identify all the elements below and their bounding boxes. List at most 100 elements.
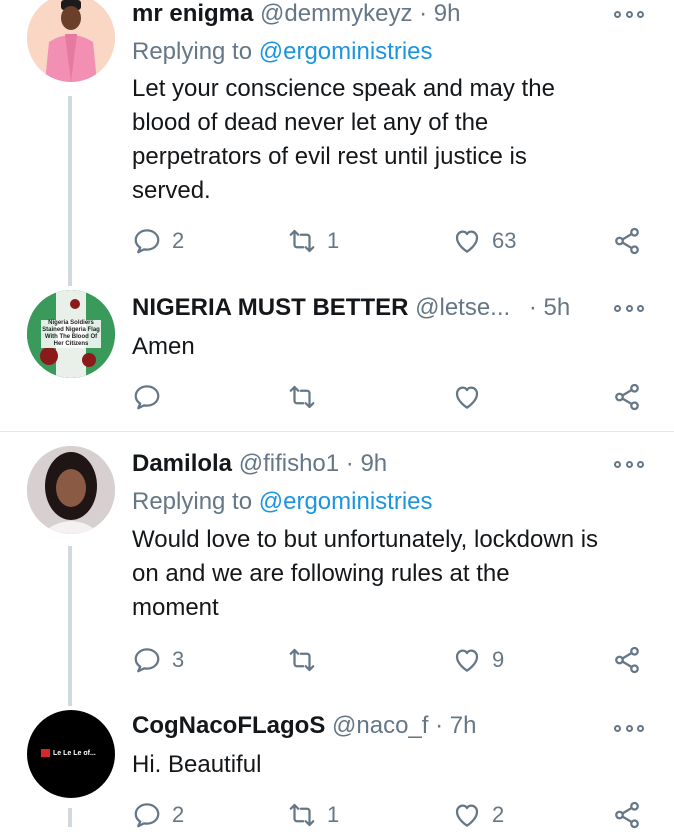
tweet-actions: 2 1 63 bbox=[132, 224, 652, 258]
reply-button[interactable]: 3 bbox=[132, 643, 184, 677]
avatar-cognacoflagos[interactable]: Le Le Le of... bbox=[27, 710, 115, 798]
tweet-2[interactable]: Nigeria Soldiers Stained Nigeria Flag Wi… bbox=[0, 290, 674, 430]
handle[interactable]: @demmykeyz bbox=[260, 0, 412, 27]
reply-count: 2 bbox=[172, 228, 185, 253]
handle[interactable]: @fifisho1 bbox=[239, 450, 339, 477]
text-line: served. bbox=[132, 177, 211, 204]
separator-dot: · bbox=[528, 294, 537, 321]
separator-dot: · bbox=[435, 712, 444, 739]
retweet-count: 1 bbox=[327, 228, 340, 253]
reply-icon bbox=[134, 385, 160, 410]
thread-line bbox=[68, 96, 72, 286]
avatar-damilola[interactable] bbox=[27, 446, 115, 534]
share-button[interactable] bbox=[612, 380, 642, 414]
logo-badge bbox=[41, 749, 50, 757]
tweet-header: mr enigma @demmykeyz · 9h bbox=[132, 0, 460, 28]
display-name[interactable]: NIGERIA MUST BETTER bbox=[132, 294, 408, 321]
text-line: Amen bbox=[132, 333, 195, 360]
text-line: Let your conscience speak and may the bbox=[132, 75, 555, 102]
avatar-caption: Nigeria Soldiers Stained Nigeria Flag Wi… bbox=[41, 320, 101, 348]
more-icon[interactable] bbox=[614, 722, 644, 734]
logo-text: Le Le Le of... bbox=[53, 749, 96, 757]
like-count: 9 bbox=[492, 647, 505, 672]
caption-line: Her Citizens bbox=[53, 341, 89, 347]
text-line: Would love to but unfortunately, lockdow… bbox=[132, 526, 599, 553]
tweet-actions: 3 9 bbox=[132, 643, 652, 677]
share-button[interactable] bbox=[612, 643, 642, 677]
retweet-icon bbox=[289, 803, 315, 827]
more-icon[interactable] bbox=[614, 302, 644, 314]
like-button[interactable]: 9 bbox=[452, 643, 504, 677]
like-icon bbox=[455, 230, 479, 253]
replying-to: Replying to @ergoministries bbox=[132, 38, 433, 66]
display-name[interactable]: Damilola bbox=[132, 450, 232, 477]
timestamp[interactable]: 9h bbox=[434, 0, 461, 27]
text-line: perpetrators of evil rest until justice … bbox=[132, 143, 527, 170]
caption-line: Nigeria Soldiers bbox=[48, 320, 94, 326]
more-icon[interactable] bbox=[614, 458, 644, 470]
like-icon bbox=[455, 804, 479, 827]
thread-line bbox=[68, 546, 72, 706]
reply-icon bbox=[134, 803, 160, 828]
tweet-text: Would love to but unfortunately, lockdow… bbox=[132, 523, 652, 625]
like-button[interactable] bbox=[452, 380, 482, 414]
text-line: moment bbox=[132, 594, 219, 621]
retweet-button[interactable] bbox=[287, 643, 317, 677]
timestamp[interactable]: 9h bbox=[360, 450, 387, 477]
like-icon bbox=[455, 649, 479, 672]
replying-label: Replying to bbox=[132, 38, 253, 65]
separator-dot: · bbox=[419, 0, 428, 27]
handle[interactable]: @letse... bbox=[415, 294, 510, 321]
retweet-icon bbox=[289, 385, 315, 409]
mention-link[interactable]: @ergoministries bbox=[259, 38, 433, 65]
timestamp[interactable]: 5h bbox=[544, 294, 571, 321]
text-line: blood of dead never let any of the bbox=[132, 109, 489, 136]
avatar-image bbox=[27, 0, 115, 82]
tweet-header: CogNacoFLagoS @naco_f · 7h bbox=[132, 712, 476, 740]
thread-line bbox=[68, 808, 72, 827]
more-icon[interactable] bbox=[614, 8, 644, 20]
display-name[interactable]: mr enigma bbox=[132, 0, 253, 27]
tweet-text: Amen bbox=[132, 330, 652, 364]
avatar-image bbox=[27, 446, 115, 534]
like-button[interactable]: 63 bbox=[452, 224, 516, 258]
reply-button[interactable] bbox=[132, 380, 162, 414]
share-icon bbox=[615, 801, 639, 829]
separator-dot: · bbox=[345, 450, 354, 477]
like-count: 2 bbox=[492, 802, 505, 827]
tweet-divider bbox=[0, 431, 674, 432]
tweet-3[interactable]: Damilola @fifisho1 · 9h Replying to @erg… bbox=[0, 446, 674, 710]
like-count: 63 bbox=[492, 228, 517, 253]
tweet-header: NIGERIA MUST BETTER @letse... · 5h bbox=[132, 294, 570, 322]
avatar-nigeria-must-better[interactable]: Nigeria Soldiers Stained Nigeria Flag Wi… bbox=[27, 290, 115, 378]
share-button[interactable] bbox=[612, 224, 642, 258]
display-name[interactable]: CogNacoFLagoS bbox=[132, 712, 325, 739]
tweet-header: Damilola @fifisho1 · 9h bbox=[132, 450, 387, 478]
share-icon bbox=[615, 383, 639, 411]
retweet-icon bbox=[289, 229, 315, 253]
tweet-1[interactable]: mr enigma @demmykeyz · 9h Replying to @e… bbox=[0, 0, 674, 290]
text-line: Hi. Beautiful bbox=[132, 751, 262, 778]
tweet-4[interactable]: Le Le Le of... CogNacoFLagoS @naco_f · 7… bbox=[0, 708, 674, 829]
tweet-text: Hi. Beautiful bbox=[132, 748, 652, 782]
retweet-button[interactable] bbox=[287, 380, 317, 414]
handle[interactable]: @naco_f bbox=[332, 712, 428, 739]
avatar-logo: Le Le Le of... bbox=[41, 748, 103, 758]
share-icon bbox=[615, 227, 639, 255]
reply-count: 2 bbox=[172, 802, 185, 827]
caption-line: With The Blood Of bbox=[44, 334, 98, 340]
retweet-icon bbox=[289, 648, 315, 672]
replying-label: Replying to bbox=[132, 488, 253, 515]
reply-button[interactable]: 2 bbox=[132, 224, 184, 258]
retweet-button[interactable]: 1 bbox=[287, 224, 339, 258]
like-icon bbox=[455, 386, 479, 409]
retweet-count: 1 bbox=[327, 802, 340, 827]
caption-line: Stained Nigeria Flag bbox=[42, 327, 100, 333]
timestamp[interactable]: 7h bbox=[450, 712, 477, 739]
reply-icon bbox=[134, 648, 160, 673]
avatar-mr-enigma[interactable] bbox=[27, 0, 115, 82]
share-icon bbox=[615, 646, 639, 674]
tweet-text: Let your conscience speak and may the bl… bbox=[132, 72, 652, 208]
mention-link[interactable]: @ergoministries bbox=[259, 488, 433, 515]
reply-count: 3 bbox=[172, 647, 185, 672]
